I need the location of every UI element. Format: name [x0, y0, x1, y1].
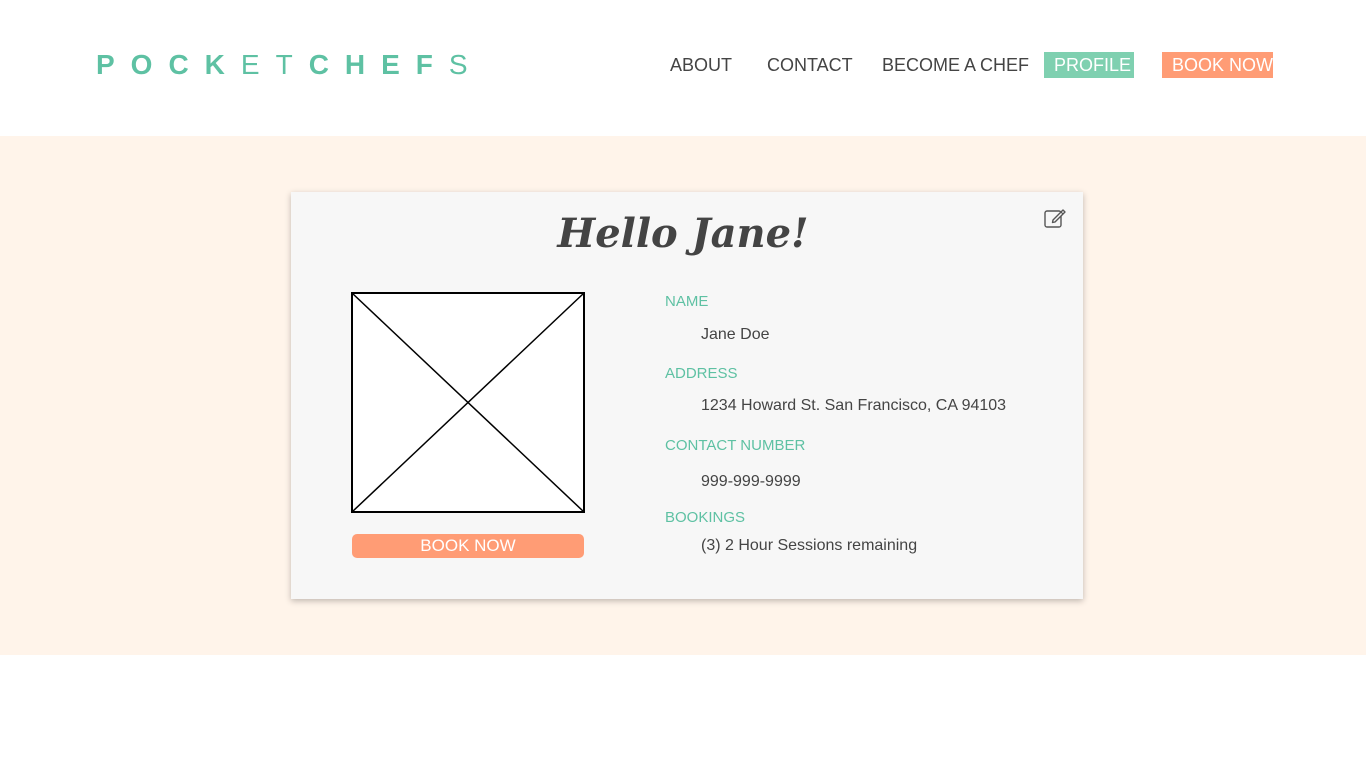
contact-number-label: CONTACT NUMBER — [665, 437, 806, 454]
edit-icon[interactable] — [1043, 206, 1067, 230]
bookings-value: (3) 2 Hour Sessions remaining — [701, 537, 918, 554]
pocketchefs-logo[interactable]: POCK ET CHEF S — [96, 48, 484, 82]
logo-part: POCK — [96, 49, 241, 80]
nav-contact-link[interactable]: CONTACT — [767, 52, 853, 78]
name-label: NAME — [665, 293, 709, 310]
bookings-label: BOOKINGS — [665, 509, 746, 526]
book-now-button[interactable]: BOOK NOW — [352, 534, 584, 558]
contact-number-value: 999-999-9999 — [701, 473, 801, 490]
profile-photo-placeholder — [351, 292, 585, 513]
logo-part: ET — [240, 49, 309, 80]
address-value: 1234 Howard St. San Francisco, CA 94103 — [701, 397, 1007, 414]
logo-part: S — [448, 49, 484, 80]
name-value: Jane Doe — [701, 326, 770, 343]
nav-book-now-button[interactable]: BOOK NOW — [1162, 52, 1273, 78]
nav-about-link[interactable]: ABOUT — [670, 52, 732, 78]
logo-part: CHEF — [308, 49, 449, 80]
address-label: ADDRESS — [665, 365, 738, 382]
site-header: POCK ET CHEF S ABOUT CONTACT BECOME A CHEF … — [0, 0, 1366, 136]
profile-greeting: Hello Jane! — [557, 210, 809, 257]
nav-profile-link[interactable]: PROFILE — [1044, 52, 1134, 78]
nav-become-chef-link[interactable]: BECOME A CHEF — [882, 52, 1029, 78]
